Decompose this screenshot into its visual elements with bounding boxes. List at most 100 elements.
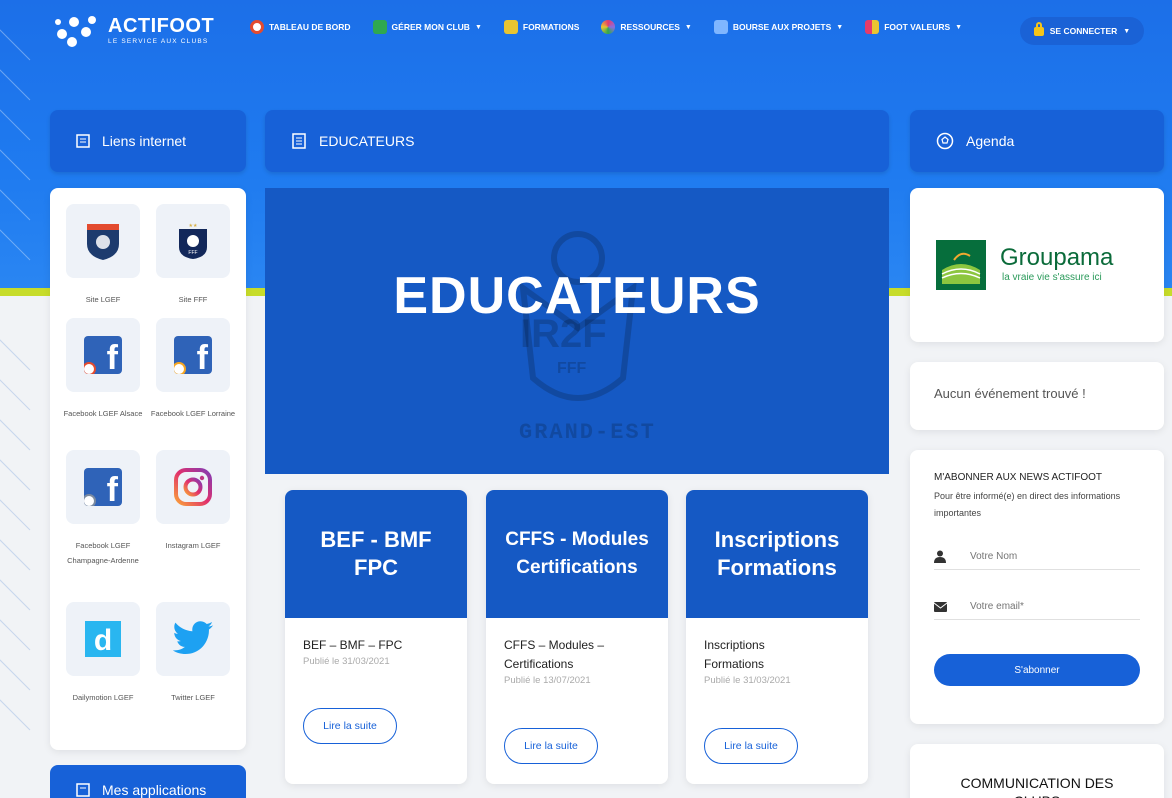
values-icon: [865, 20, 880, 34]
email-input[interactable]: [970, 601, 1140, 612]
article-card-cffs[interactable]: CFFS - Modules Certifications CFFS – Mod…: [486, 490, 668, 784]
newsletter-card: M'ABONNER AUX NEWS ACTIFOOT Pour être in…: [910, 450, 1164, 724]
chevron-down-icon: ▼: [684, 23, 692, 31]
read-more-button[interactable]: Lire la suite: [303, 708, 397, 744]
link-label: Facebook LGEF Alsace: [63, 409, 143, 418]
link-instagram[interactable]: Instagram LGEF: [148, 450, 238, 553]
actifoot-logo-icon: [55, 16, 96, 47]
article-title[interactable]: CFFS – Modules – Certifications: [504, 636, 634, 674]
links-header-title: Liens internet: [102, 133, 187, 149]
link-tile-box: FFF ★★: [156, 204, 230, 278]
article-title[interactable]: BEF – BMF – FPC: [303, 636, 453, 655]
link-facebook-lorraine[interactable]: f Facebook LGEF Lorraine: [148, 318, 238, 421]
nav-label: TABLEAU DE BORD: [269, 22, 351, 32]
agenda-card: Aucun événement trouvé !: [910, 362, 1164, 430]
link-twitter[interactable]: Twitter LGEF: [148, 602, 238, 705]
dashboard-icon: [250, 20, 264, 34]
link-label: Twitter LGEF: [171, 693, 215, 702]
article-image: CFFS - Modules Certifications: [486, 490, 668, 618]
link-tile-box: f: [66, 450, 140, 524]
nav-gerer-mon-club[interactable]: GÉRER MON CLUB ▼: [372, 20, 482, 34]
communication-title: COMMUNICATION DES CLUBS: [960, 775, 1114, 798]
svg-text:d: d: [94, 624, 112, 657]
user-icon: [934, 550, 958, 563]
login-button[interactable]: SE CONNECTER ▼: [1020, 17, 1144, 45]
watermark-region: GRAND-EST: [519, 420, 656, 445]
article-date: Publié le 31/03/2021: [704, 675, 791, 686]
link-label: Dailymotion LGEF: [72, 693, 134, 702]
nav-label: BOURSE AUX PROJETS: [732, 22, 832, 32]
article-image-title: CFFS - Modules Certifications: [505, 529, 649, 578]
nav-label: FORMATIONS: [522, 22, 580, 32]
link-tile-box: d: [66, 602, 140, 676]
article-date: Publié le 31/03/2021: [303, 656, 390, 667]
twitter-icon: [172, 621, 214, 655]
article-title[interactable]: Inscriptions Formations: [704, 636, 804, 674]
svg-text:FFF: FFF: [188, 250, 197, 256]
link-label: Site FFF: [178, 295, 208, 304]
svg-text:★★: ★★: [189, 223, 198, 229]
groupama-logo-icon: [936, 240, 986, 290]
link-facebook-champagne[interactable]: f Facebook LGEF Champagne-Ardenne: [58, 450, 148, 568]
links-panel: Site LGEF FFF ★★ Site FFF f Facebook LGEF…: [50, 188, 246, 750]
brand-tagline: LE SERVICE AUX CLUBS: [108, 37, 209, 45]
link-facebook-alsace[interactable]: f Facebook LGEF Alsace: [58, 318, 148, 421]
actifoot-logo[interactable]: ACTIFOOT LE SERVICE AUX CLUBS: [52, 10, 214, 50]
link-tile-box: f: [66, 318, 140, 392]
nav-label: GÉRER MON CLUB: [391, 22, 470, 32]
nav-foot-valeurs[interactable]: FOOT VALEURS ▼: [865, 20, 962, 34]
brand-name: ACTIFOOT: [108, 14, 215, 37]
groupama-field-icon: [941, 252, 981, 284]
article-image: Inscriptions Formations: [686, 490, 868, 618]
article-image: BEF - BMF FPC: [285, 490, 467, 618]
sponsor-card[interactable]: Groupama la vraie vie s'assure ici: [910, 188, 1164, 342]
link-label: Facebook LGEF Champagne-Ardenne: [67, 541, 139, 565]
link-label: Instagram LGEF: [165, 541, 221, 550]
facebook-icon: f: [84, 336, 122, 374]
instagram-icon: [174, 468, 212, 506]
article-card-bef[interactable]: BEF - BMF FPC BEF – BMF – FPC Publié le …: [285, 490, 467, 784]
article-date: Publié le 13/07/2021: [504, 675, 591, 686]
nav-formations[interactable]: FORMATIONS: [503, 20, 580, 34]
football-icon: [936, 132, 954, 150]
newsletter-title: M'ABONNER AUX NEWS ACTIFOOT: [934, 472, 1103, 483]
link-tile-box: [156, 450, 230, 524]
article-image-title: BEF - BMF FPC: [320, 527, 432, 580]
agenda-header-title: Agenda: [966, 133, 1015, 149]
article-title-block: BEF – BMF – FPC Publié le 31/03/2021: [303, 636, 453, 669]
link-dailymotion[interactable]: d Dailymotion LGEF: [58, 602, 148, 705]
article-title-block: Inscriptions Formations Publié le 31/03/…: [704, 636, 854, 688]
communication-card[interactable]: COMMUNICATION DES CLUBS: [910, 744, 1164, 798]
chevron-down-icon: ▼: [836, 23, 844, 31]
link-tile-box: [66, 204, 140, 278]
nav-label: FOOT VALEURS: [884, 22, 951, 32]
link-site-lgef[interactable]: Site LGEF: [58, 204, 148, 307]
facebook-icon: f: [84, 468, 122, 506]
chevron-down-icon: ▼: [1123, 27, 1131, 35]
nav-ressources[interactable]: RESSOURCES ▼: [601, 20, 692, 34]
nav-tableau-de-bord[interactable]: TABLEAU DE BORD: [250, 20, 351, 34]
chevron-down-icon: ▼: [474, 23, 482, 31]
links-header: Liens internet: [50, 110, 246, 172]
newsletter-description: Pour être informé(e) en direct des infor…: [934, 491, 1121, 518]
article-card-inscriptions[interactable]: Inscriptions Formations Inscriptions For…: [686, 490, 868, 784]
nav-bourse-aux-projets[interactable]: BOURSE AUX PROJETS ▼: [713, 20, 844, 34]
link-tile-box: [156, 602, 230, 676]
educateurs-header: EDUCATEURS: [265, 110, 889, 172]
sponsor-tagline: la vraie vie s'assure ici: [1002, 272, 1102, 283]
formations-icon: [503, 20, 518, 34]
my-apps-header[interactable]: Mes applications: [50, 765, 246, 798]
agenda-header: Agenda: [910, 110, 1164, 172]
educateurs-header-title: EDUCATEURS: [319, 133, 415, 149]
nav-label: RESSOURCES: [620, 22, 680, 32]
name-input[interactable]: [970, 551, 1140, 562]
envelope-icon: [934, 601, 958, 612]
resources-icon: [601, 20, 616, 34]
subscribe-button[interactable]: S'abonner: [934, 654, 1140, 686]
read-more-button[interactable]: Lire la suite: [704, 728, 798, 764]
lgef-badge-icon: [87, 224, 119, 260]
my-apps-title: Mes applications: [102, 782, 207, 798]
read-more-button[interactable]: Lire la suite: [504, 728, 598, 764]
link-site-fff[interactable]: FFF ★★ Site FFF: [148, 204, 238, 307]
apps-icon: [76, 783, 90, 797]
